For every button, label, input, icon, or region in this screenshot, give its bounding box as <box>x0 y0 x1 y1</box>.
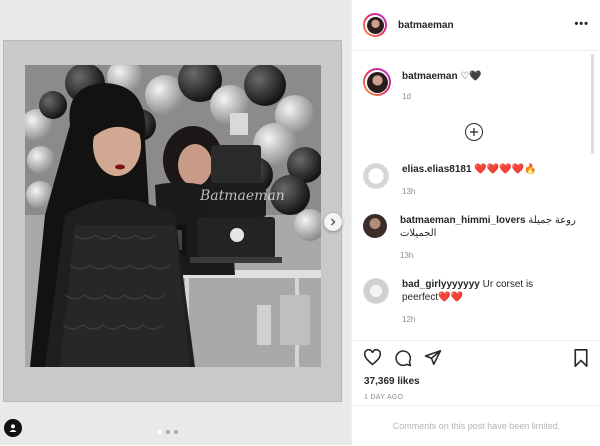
carousel-dot-3 <box>174 430 178 434</box>
cake-script-text: Batmaeman <box>199 188 285 204</box>
comment-item: bad_girlyyyyyyy Ur corset is peerfect❤️❤… <box>363 278 572 326</box>
author-username[interactable]: batmaeman <box>398 20 454 31</box>
heart-icon[interactable] <box>363 349 382 366</box>
more-options-icon[interactable]: ••• <box>574 18 589 30</box>
comment-icon[interactable] <box>394 349 412 367</box>
paper-plane-icon[interactable] <box>424 349 442 366</box>
party-photo-illustration: Batmaeman <box>25 65 321 367</box>
bookmark-icon[interactable] <box>573 349 589 367</box>
carousel-indicator <box>158 430 178 434</box>
plus-circle-icon <box>470 128 478 136</box>
photo-frame: Batmaeman <box>3 40 342 402</box>
comment-item: elias.elias8181 ❤️❤️❤️❤️🔥 13h <box>363 163 537 198</box>
post-header: batmaeman ••• <box>352 0 600 51</box>
comment-avatar[interactable] <box>363 214 387 238</box>
comment-avatar[interactable] <box>363 278 389 304</box>
post-media-area: Batmaeman <box>0 0 351 445</box>
comment-username[interactable]: batmaeman_himmi_lovers <box>400 215 526 226</box>
comment-avatar[interactable] <box>363 163 389 189</box>
author-avatar[interactable] <box>363 13 387 37</box>
comment-username[interactable]: elias.elias8181 <box>402 164 472 175</box>
caption-text: ♡🖤 <box>460 71 482 82</box>
carousel-dot-2 <box>166 430 170 434</box>
comment-time: 13h <box>402 187 416 196</box>
tagged-users-button[interactable] <box>4 419 22 437</box>
comment-item: batmaeman_himmi_lovers روعة جميلة الجميل… <box>363 214 580 262</box>
carousel-dot-1 <box>158 430 162 434</box>
caption-avatar[interactable] <box>363 68 391 96</box>
post-timestamp[interactable]: 1 DAY AGO <box>364 394 403 401</box>
comment-time: 13h <box>400 251 414 260</box>
caption-time: 1d <box>402 92 411 101</box>
comment-username[interactable]: bad_girlyyyyyyy <box>402 279 480 290</box>
comments-list: batmaeman ♡🖤 1d elias.elias8181 ❤️❤️❤️❤️… <box>352 51 588 339</box>
user-icon <box>9 424 17 432</box>
post-actions: 37,369 likes 1 DAY AGO <box>352 340 600 401</box>
comment-time: 12h <box>402 315 416 324</box>
post-side-panel: batmaeman ••• batmaeman ♡🖤 1d elias.elia… <box>351 0 600 445</box>
load-more-comments-button[interactable] <box>465 123 483 141</box>
comment-text: ❤️❤️❤️❤️🔥 <box>474 164 537 175</box>
likes-count[interactable]: 37,369 likes <box>364 376 420 387</box>
caption: batmaeman ♡🖤 1d <box>363 68 482 103</box>
comments-limited-notice: Comments on this post have been limited. <box>352 405 600 446</box>
next-slide-button[interactable] <box>324 213 342 231</box>
caption-username[interactable]: batmaeman <box>402 71 458 82</box>
chevron-right-icon <box>331 218 336 226</box>
post-photo[interactable]: Batmaeman <box>25 65 321 367</box>
comments-scrollbar[interactable] <box>591 54 594 154</box>
